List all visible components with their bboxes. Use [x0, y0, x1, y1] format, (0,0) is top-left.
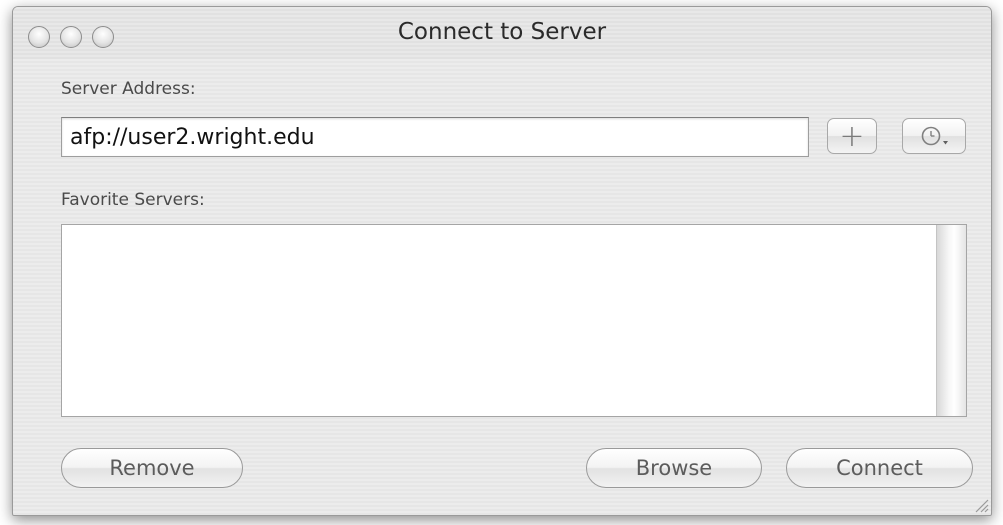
clock-icon [921, 126, 948, 146]
resize-grip-icon[interactable] [971, 495, 989, 513]
plus-icon: + [839, 118, 865, 154]
connect-button[interactable]: Connect [786, 448, 973, 488]
favorite-servers-list[interactable] [61, 224, 967, 417]
favorites-scrollbar[interactable] [936, 225, 966, 416]
server-address-label: Server Address: [61, 79, 196, 99]
connect-to-server-window: Connect to Server Server Address: + Favo… [12, 6, 992, 516]
favorite-servers-label: Favorite Servers: [61, 190, 205, 210]
browse-button[interactable]: Browse [586, 448, 762, 488]
remove-button[interactable]: Remove [61, 448, 243, 488]
add-to-favorites-button[interactable]: + [827, 118, 877, 154]
recent-servers-button[interactable] [902, 118, 966, 154]
window-title: Connect to Server [397, 19, 607, 45]
chevron-down-icon [943, 141, 948, 145]
server-address-input[interactable] [61, 117, 809, 157]
title-bar[interactable]: Connect to Server [13, 7, 991, 59]
